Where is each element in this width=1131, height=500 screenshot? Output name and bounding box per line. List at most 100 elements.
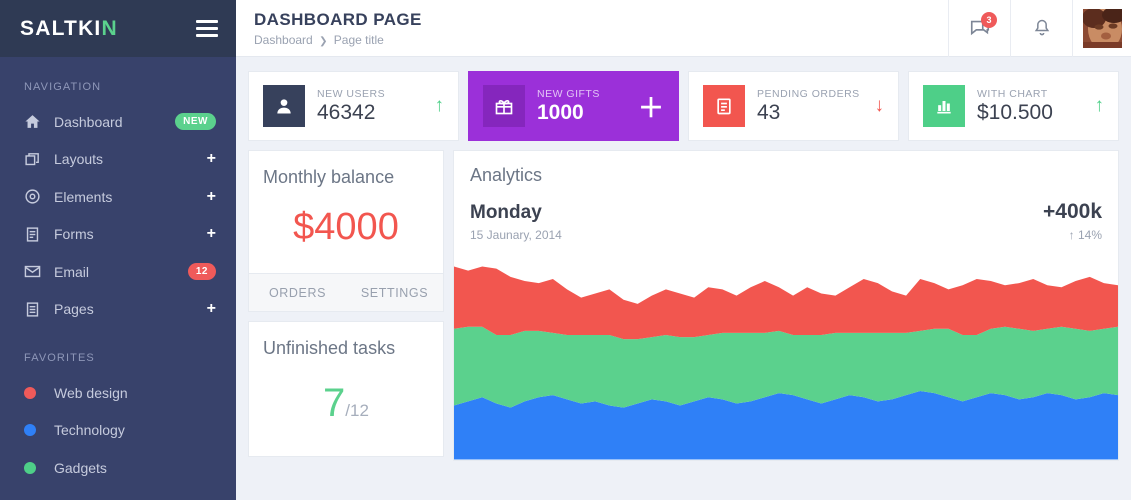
sidebar-item-elements[interactable]: Elements +: [0, 178, 236, 216]
sidebar-item-label: Elements: [54, 188, 113, 205]
left-column: Monthly balance $4000 ORDERS SETTINGS Un…: [248, 150, 444, 461]
unfinished-tasks-card: Unfinished tasks 7/12: [248, 321, 444, 457]
card-title: Analytics: [470, 165, 543, 185]
favorite-dot-icon: [24, 461, 54, 474]
top-bar: DASHBOARD PAGE Dashboard ❯ Page title 3: [236, 0, 1131, 57]
tasks-done-count: 7: [323, 381, 346, 425]
sidebar-item-label: Web design: [54, 384, 128, 401]
breadcrumb: Dashboard ❯ Page title: [254, 33, 948, 47]
form-icon: [24, 226, 54, 243]
analytics-date: 15 Jaunary, 2014: [470, 228, 562, 242]
pages-icon: [24, 301, 54, 318]
avatar: [1082, 8, 1122, 48]
analytics-change: ↑ 14%: [1068, 228, 1102, 242]
sidebar-item-technology[interactable]: Technology: [0, 412, 236, 450]
sidebar-item-web-design[interactable]: Web design: [0, 374, 236, 412]
user-menu-button[interactable]: [1072, 0, 1131, 57]
analytics-right: +400k ↑ 14%: [1043, 200, 1102, 242]
hamburger-bar: [196, 20, 218, 23]
trend-up-icon: ↑: [434, 95, 445, 116]
sidebar-item-forms[interactable]: Forms +: [0, 216, 236, 254]
analytics-left: Monday 15 Jaunary, 2014: [470, 202, 1043, 242]
breadcrumb-root[interactable]: Dashboard: [254, 33, 313, 47]
card-footer: ORDERS SETTINGS: [249, 273, 443, 311]
compass-icon: [24, 188, 54, 205]
analytics-total: +400k: [1043, 200, 1102, 223]
avatar-photo: [1082, 8, 1122, 48]
sidebar-item-dashboard[interactable]: Dashboard NEW: [0, 103, 236, 141]
stat-text: NEW GIFTS 1000: [525, 88, 632, 125]
tasks-total-count: /12: [345, 401, 369, 420]
stat-card-new-users[interactable]: NEW USERS 46342 ↑: [248, 71, 459, 141]
sidebar-item-email[interactable]: Email 12: [0, 253, 236, 291]
sidebar-item-layouts[interactable]: Layouts +: [0, 141, 236, 179]
bell-icon: [1034, 19, 1049, 36]
envelope-icon: [24, 263, 54, 280]
favorite-dot-icon: [24, 386, 54, 399]
card-title: Monthly balance: [263, 167, 395, 187]
stat-value: 46342: [317, 100, 376, 124]
logo-main: SALTKI: [20, 16, 102, 40]
hamburger-menu-icon[interactable]: [196, 20, 218, 37]
home-icon: [24, 113, 54, 130]
messages-button[interactable]: 3: [948, 0, 1010, 57]
monthly-balance-card: Monthly balance $4000 ORDERS SETTINGS: [248, 150, 444, 312]
area-series-blue: [454, 391, 1118, 460]
stat-text: WITH CHART $10.500: [965, 88, 1089, 125]
stat-value: 43: [757, 100, 781, 124]
gift-icon: [483, 85, 525, 127]
stat-caption: WITH CHART: [977, 87, 1048, 100]
trend-up-icon: ↑: [1094, 95, 1105, 116]
expand-plus-icon[interactable]: +: [207, 226, 216, 242]
messages-count-badge: 3: [981, 11, 997, 28]
expand-plus-icon[interactable]: +: [207, 188, 216, 205]
user-icon: [263, 85, 305, 127]
area-series-red: [454, 266, 1118, 340]
card-title: Unfinished tasks: [263, 338, 396, 358]
lower-row: Monthly balance $4000 ORDERS SETTINGS Un…: [248, 150, 1119, 461]
top-actions: 3: [948, 0, 1131, 57]
stat-value: 1000: [537, 100, 584, 124]
nav-heading: NAVIGATION: [24, 81, 102, 93]
stat-caption: PENDING ORDERS: [757, 87, 860, 100]
content-area: NEW USERS 46342 ↑ NEW GIFTS 1000 ＋ PENDI…: [236, 57, 1131, 500]
add-plus-icon[interactable]: ＋: [632, 88, 664, 125]
stat-card-new-gifts[interactable]: NEW GIFTS 1000 ＋: [468, 71, 679, 141]
settings-link[interactable]: SETTINGS: [346, 274, 443, 311]
sidebar: SALTKIN NAVIGATION Dashboard NEW Layouts…: [0, 0, 236, 500]
sidebar-item-label: Gadgets: [54, 459, 107, 476]
brand-bar: SALTKIN: [0, 0, 236, 57]
stat-card-with-chart[interactable]: WITH CHART $10.500 ↑: [908, 71, 1119, 141]
status-badge: NEW: [175, 113, 216, 131]
bar-chart-icon: [923, 85, 965, 127]
expand-plus-icon[interactable]: +: [207, 301, 216, 317]
stat-text: PENDING ORDERS 43: [745, 88, 869, 125]
favorites-heading: FAVORITES: [24, 352, 95, 364]
layers-icon: [24, 151, 54, 168]
breadcrumb-current: Page title: [333, 32, 384, 47]
page-title: DASHBOARD PAGE: [254, 9, 422, 29]
stat-card-row: NEW USERS 46342 ↑ NEW GIFTS 1000 ＋ PENDI…: [248, 71, 1119, 141]
stat-caption: NEW USERS: [317, 87, 386, 100]
favorite-dot-icon: [24, 424, 54, 437]
orders-link[interactable]: ORDERS: [249, 274, 346, 311]
sidebar-item-gadgets[interactable]: Gadgets: [0, 449, 236, 487]
stat-card-pending-orders[interactable]: PENDING ORDERS 43 ↓: [688, 71, 899, 141]
balance-value: $4000: [293, 206, 399, 248]
logo-accent: N: [101, 16, 118, 40]
breadcrumb-separator-icon: ❯: [319, 35, 328, 47]
notifications-button[interactable]: [1010, 0, 1072, 57]
analytics-summary: Monday 15 Jaunary, 2014 +400k ↑ 14%: [454, 186, 1118, 252]
dashboard-app: SALTKIN NAVIGATION Dashboard NEW Layouts…: [0, 0, 1131, 500]
title-block: DASHBOARD PAGE Dashboard ❯ Page title: [236, 10, 948, 47]
expand-plus-icon[interactable]: +: [207, 151, 216, 167]
stacked-area-chart: [454, 266, 1118, 460]
stat-text: NEW USERS 46342: [305, 88, 429, 125]
analytics-chart[interactable]: [454, 252, 1118, 460]
sidebar-item-pages[interactable]: Pages +: [0, 291, 236, 329]
analytics-day: Monday: [470, 202, 542, 223]
logo[interactable]: SALTKIN: [20, 17, 118, 41]
unread-count-badge: 12: [187, 263, 216, 281]
sidebar-item-label: Email: [54, 263, 90, 280]
sidebar-item-label: Forms: [54, 226, 94, 243]
